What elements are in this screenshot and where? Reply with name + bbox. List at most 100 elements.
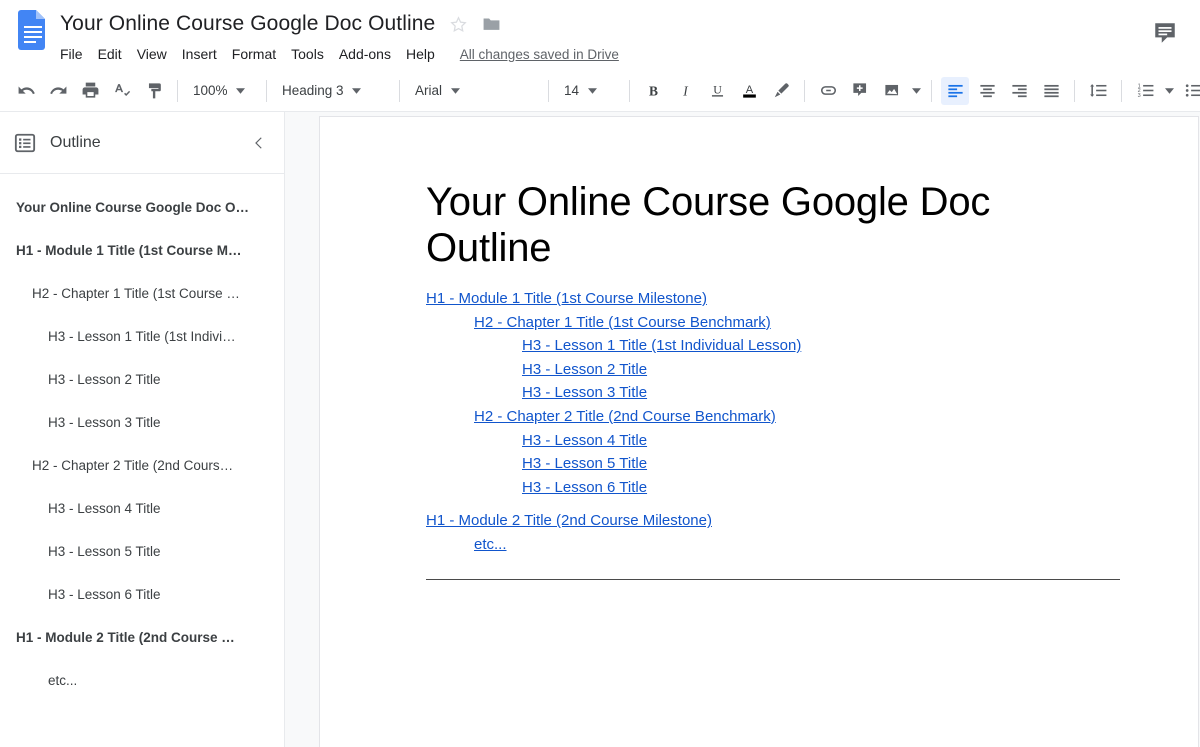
outline-item-module-1[interactable]: H1 - Module 1 Title (1st Course M… <box>0 229 284 272</box>
toc-link-lesson-5[interactable]: H3 - Lesson 5 Title <box>522 452 1120 476</box>
paragraph-style-select[interactable]: Heading 3 <box>274 78 392 104</box>
menu-add-ons[interactable]: Add-ons <box>339 44 399 64</box>
workspace: Outline Your Online Course Google Doc O…… <box>0 112 1200 747</box>
document-title[interactable]: Your Online Course Google Doc Outline <box>60 12 435 36</box>
print-icon[interactable] <box>76 77 104 105</box>
menu-help[interactable]: Help <box>406 44 443 64</box>
outline-header: Outline <box>0 112 284 174</box>
outline-item-lesson-3[interactable]: H3 - Lesson 3 Title <box>0 401 284 444</box>
comment-icon[interactable] <box>1148 16 1182 50</box>
document-canvas[interactable]: Your Online Course Google Doc Outline H1… <box>285 112 1200 747</box>
menu-file[interactable]: File <box>60 44 91 64</box>
chevron-down-icon <box>448 87 462 94</box>
toolbar-separator <box>1074 79 1075 102</box>
outline-item-lesson-2[interactable]: H3 - Lesson 2 Title <box>0 358 284 401</box>
outline-item-etc[interactable]: etc... <box>0 659 284 702</box>
menu-insert[interactable]: Insert <box>182 44 225 64</box>
document-heading-title: Your Online Course Google Doc Outline <box>426 180 991 270</box>
paint-format-icon[interactable] <box>140 77 168 105</box>
text-color-button[interactable]: A <box>735 77 763 105</box>
chevron-down-icon <box>585 87 599 94</box>
toolbar-separator <box>1121 79 1122 102</box>
align-left-icon[interactable] <box>941 76 969 105</box>
save-status[interactable]: All changes saved in Drive <box>460 47 619 62</box>
image-options-chevron-down-icon[interactable] <box>908 77 924 105</box>
insert-image-icon[interactable] <box>878 77 906 105</box>
redo-icon[interactable] <box>44 77 72 105</box>
bold-button[interactable]: B <box>639 77 667 105</box>
outline-item-lesson-6[interactable]: H3 - Lesson 6 Title <box>0 573 284 616</box>
menu-tools[interactable]: Tools <box>291 44 332 64</box>
align-justify-icon[interactable] <box>1037 77 1065 105</box>
svg-text:3: 3 <box>1137 93 1140 99</box>
toolbar-separator <box>931 79 932 102</box>
svg-text:I: I <box>682 83 688 98</box>
outline-list: Your Online Course Google Doc O… H1 - Mo… <box>0 174 284 702</box>
menu-view[interactable]: View <box>137 44 175 64</box>
italic-button[interactable]: I <box>671 77 699 105</box>
toc-spacer <box>426 499 1120 509</box>
svg-text:U: U <box>713 83 722 97</box>
underline-button[interactable]: U <box>703 77 731 105</box>
insert-link-icon[interactable] <box>814 77 842 105</box>
toc-link-chapter-1[interactable]: H2 - Chapter 1 Title (1st Course Benchma… <box>474 311 1120 335</box>
outline-panel-title: Outline <box>50 133 101 151</box>
toc-link-chapter-2[interactable]: H2 - Chapter 2 Title (2nd Course Benchma… <box>474 405 1120 429</box>
menu-format[interactable]: Format <box>232 44 284 64</box>
align-right-icon[interactable] <box>1005 77 1033 105</box>
toolbar-separator <box>629 79 630 102</box>
zoom-value: 100% <box>193 83 228 98</box>
outline-item-lesson-1[interactable]: H3 - Lesson 1 Title (1st Indivi… <box>0 315 284 358</box>
outline-item-chapter-2[interactable]: H2 - Chapter 2 Title (2nd Cours… <box>0 444 284 487</box>
outline-item-chapter-1[interactable]: H2 - Chapter 1 Title (1st Course … <box>0 272 284 315</box>
folder-icon[interactable] <box>482 16 501 32</box>
highlight-pen-icon[interactable] <box>767 77 795 105</box>
outline-item-module-2[interactable]: H1 - Module 2 Title (2nd Course … <box>0 616 284 659</box>
menu-bar: File Edit View Insert Format Tools Add-o… <box>60 42 1186 66</box>
bulleted-list-icon[interactable] <box>1179 77 1200 105</box>
toc-link-lesson-1[interactable]: H3 - Lesson 1 Title (1st Individual Less… <box>522 334 1120 358</box>
chevron-down-icon <box>234 87 248 94</box>
toolbar-separator <box>266 79 267 102</box>
spellcheck-icon[interactable] <box>108 77 136 105</box>
toc-link-lesson-6[interactable]: H3 - Lesson 6 Title <box>522 476 1120 500</box>
toolbar-separator <box>548 79 549 102</box>
font-size-select[interactable]: 14 <box>556 78 622 104</box>
formatting-toolbar: 100% Heading 3 Arial 14 B I U A 1 2 3 <box>0 70 1200 112</box>
font-size-value: 14 <box>564 83 580 98</box>
chevron-left-icon[interactable] <box>248 132 270 154</box>
toc-link-lesson-3[interactable]: H3 - Lesson 3 Title <box>522 381 1120 405</box>
align-center-icon[interactable] <box>973 77 1001 105</box>
document-page-1[interactable]: Your Online Course Google Doc Outline H1… <box>319 116 1199 747</box>
line-spacing-icon[interactable] <box>1084 77 1112 105</box>
menu-edit[interactable]: Edit <box>98 44 130 64</box>
app-header: Your Online Course Google Doc Outline Fi… <box>0 0 1200 70</box>
star-outline-icon[interactable] <box>449 15 468 34</box>
outline-panel: Outline Your Online Course Google Doc O…… <box>0 112 285 747</box>
zoom-select[interactable]: 100% <box>185 78 259 104</box>
table-of-contents: H1 - Module 1 Title (1st Course Mileston… <box>426 287 1120 557</box>
toc-link-etc[interactable]: etc... <box>474 533 1120 557</box>
font-family-select[interactable]: Arial <box>407 78 541 104</box>
toc-link-lesson-2[interactable]: H3 - Lesson 2 Title <box>522 358 1120 382</box>
svg-text:B: B <box>649 83 658 98</box>
font-family-value: Arial <box>415 83 443 98</box>
toc-link-module-1[interactable]: H1 - Module 1 Title (1st Course Mileston… <box>426 287 1120 311</box>
toc-link-lesson-4[interactable]: H3 - Lesson 4 Title <box>522 429 1120 453</box>
add-comment-icon[interactable] <box>846 77 874 105</box>
horizontal-rule <box>426 578 1120 580</box>
toolbar-separator <box>399 79 400 102</box>
undo-icon[interactable] <box>12 77 40 105</box>
outline-item-lesson-5[interactable]: H3 - Lesson 5 Title <box>0 530 284 573</box>
svg-text:A: A <box>745 84 753 96</box>
chevron-down-icon <box>350 87 364 94</box>
outline-item-title[interactable]: Your Online Course Google Doc O… <box>0 186 284 229</box>
outline-item-lesson-4[interactable]: H3 - Lesson 4 Title <box>0 487 284 530</box>
outline-icon <box>14 132 36 154</box>
toc-link-module-2[interactable]: H1 - Module 2 Title (2nd Course Mileston… <box>426 509 1120 533</box>
numbered-list-icon[interactable]: 1 2 3 <box>1131 77 1159 105</box>
toolbar-separator <box>804 79 805 102</box>
google-docs-logo[interactable] <box>18 10 48 50</box>
numbered-list-chevron-down-icon[interactable] <box>1161 77 1177 105</box>
paragraph-style-value: Heading 3 <box>282 83 344 98</box>
